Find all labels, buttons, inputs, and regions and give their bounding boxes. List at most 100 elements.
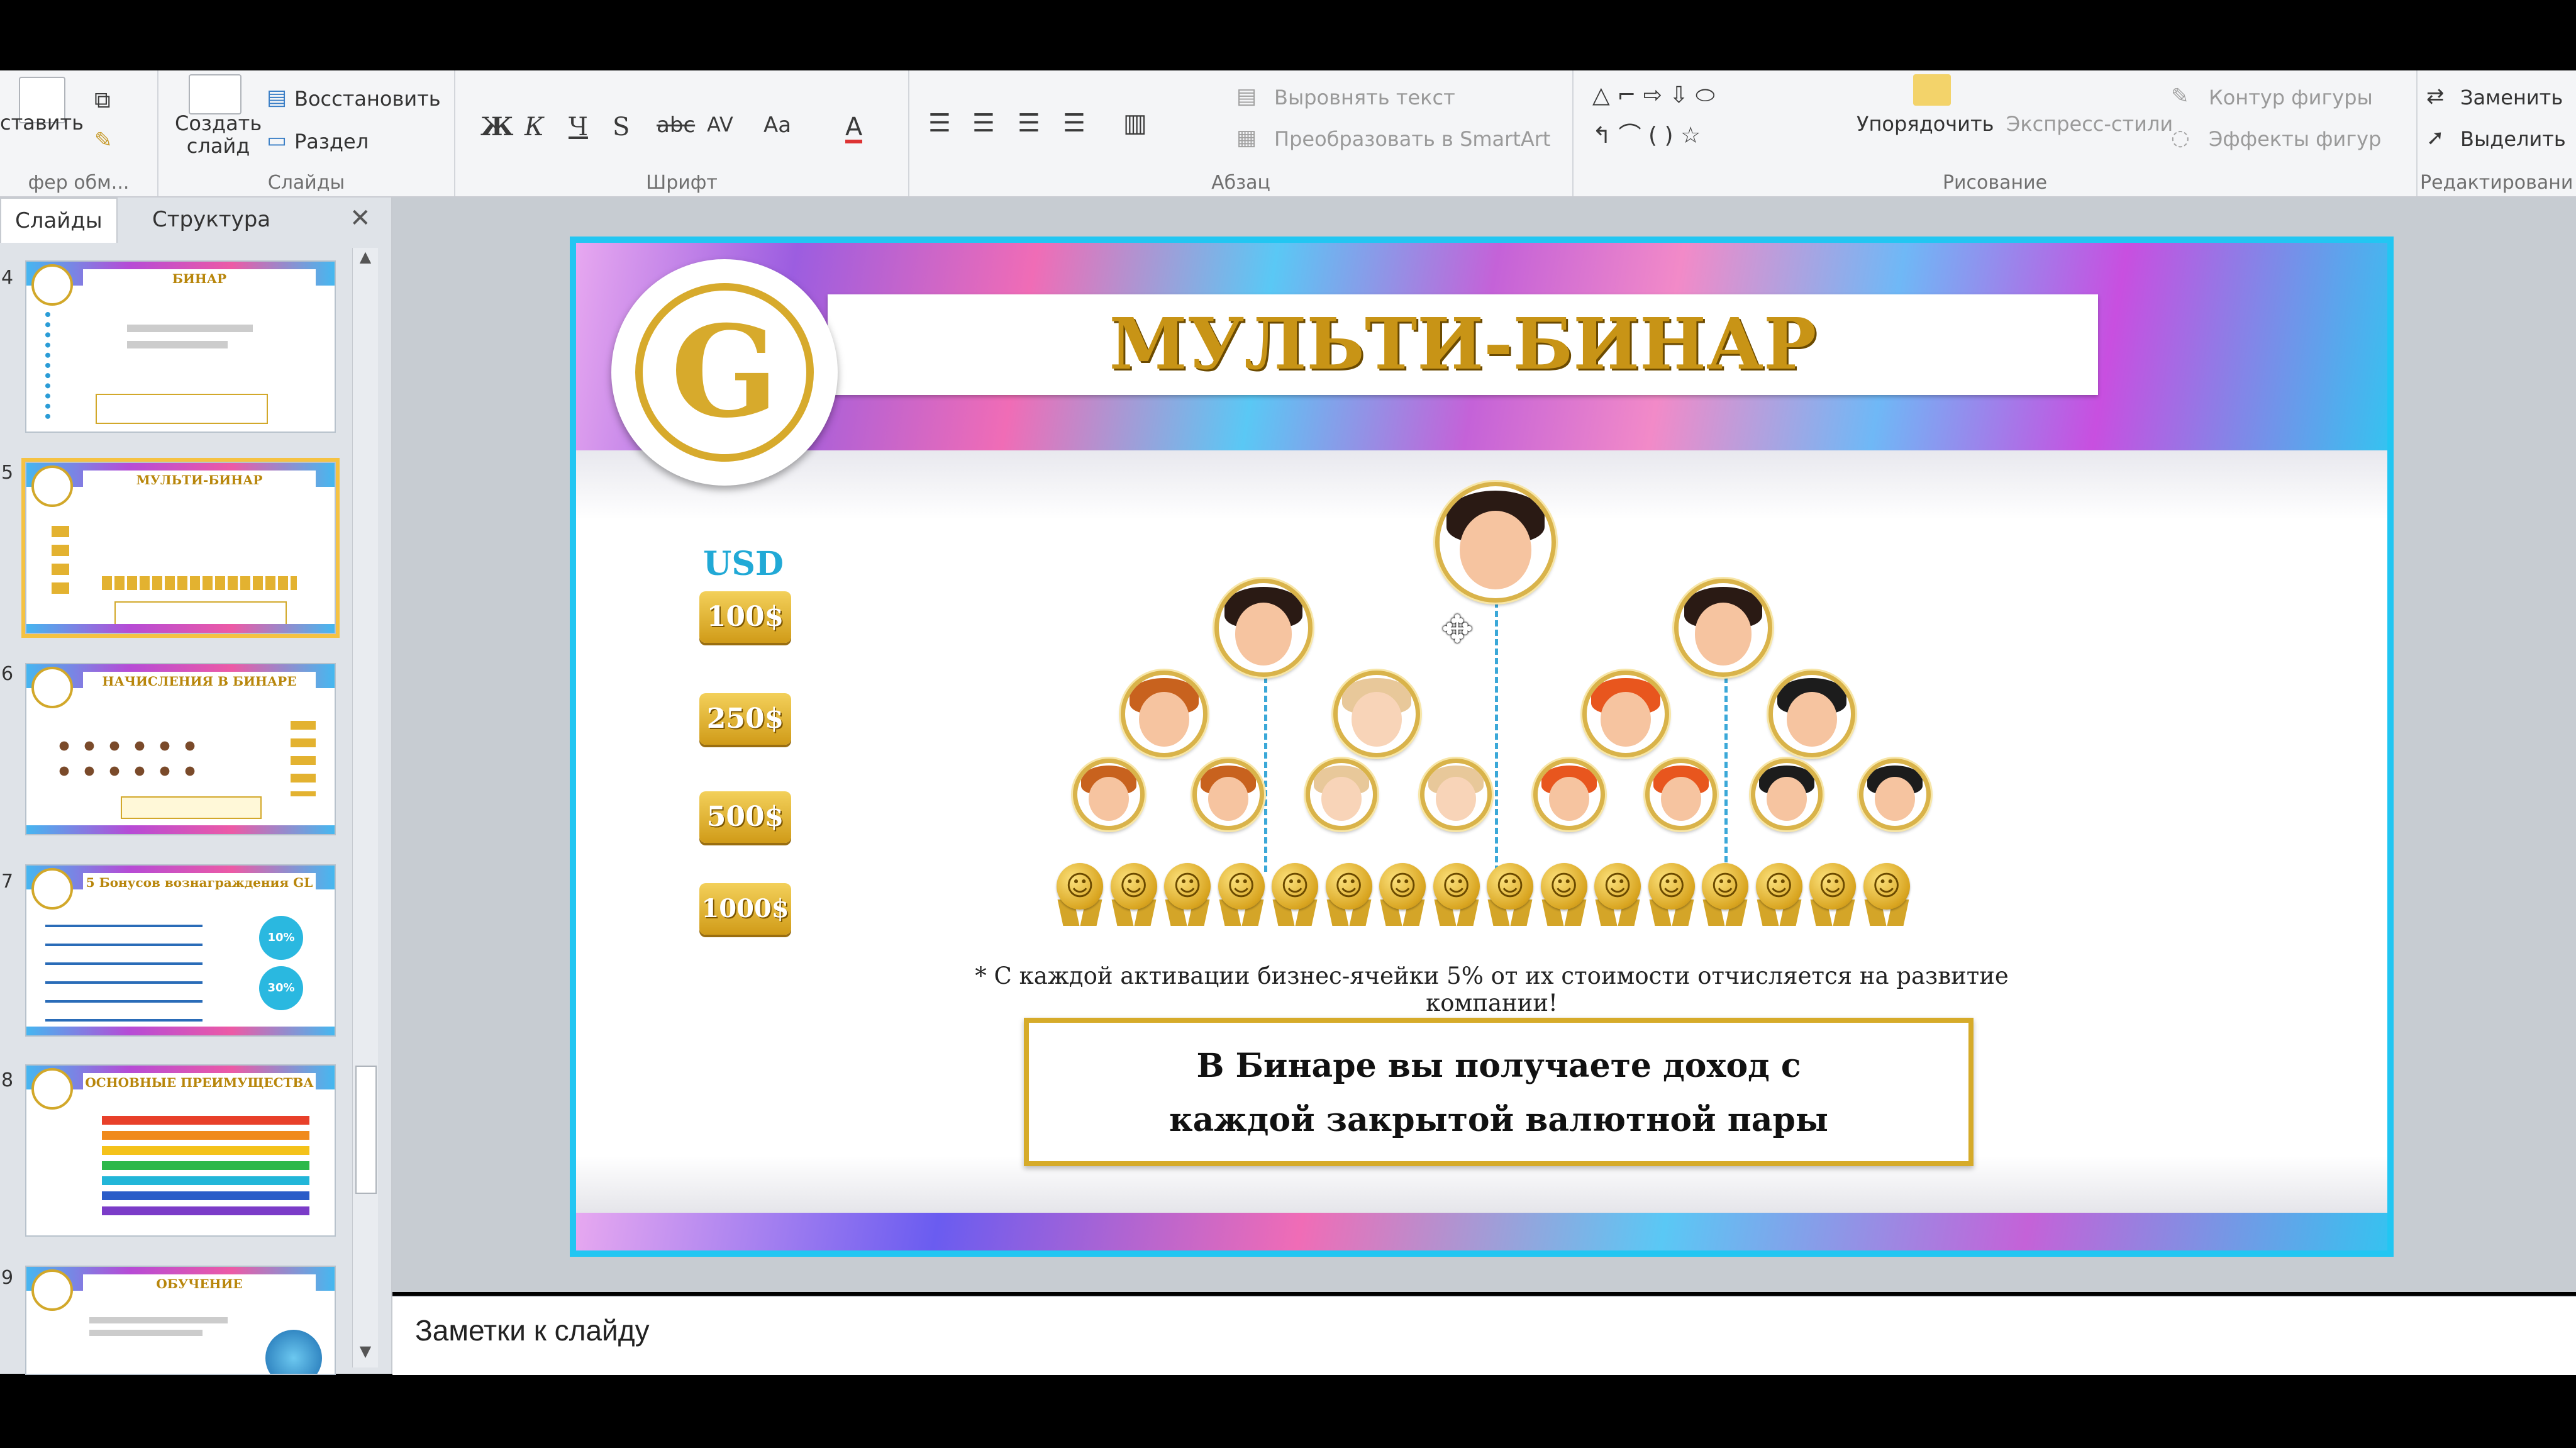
reset-icon[interactable]: ▤: [267, 87, 287, 108]
slide-thumbnail-5[interactable]: МУЛЬТИ-БИНАР: [21, 458, 340, 638]
shape-effects-icon[interactable]: ◌: [2171, 127, 2190, 148]
avatar: [1859, 759, 1931, 830]
smiley-medal-icon: ☺: [1108, 863, 1160, 926]
paragraph-group-label: Абзац: [1211, 172, 1270, 194]
avatar: [1435, 482, 1556, 603]
notes-pane[interactable]: Заметки к слайду: [392, 1296, 2576, 1375]
slides-group: Создать слайд ▤ Восстановить ▭ Раздел Сл…: [158, 70, 455, 196]
avatar: [1674, 579, 1772, 677]
change-case-button[interactable]: Aa: [763, 114, 791, 136]
smiley-medal-icon: ☺: [1592, 863, 1643, 926]
price-1000: 1000$: [699, 883, 791, 935]
shapes-gallery-row2-icon[interactable]: ↰ ⌒ ( ) ☆: [1592, 125, 1701, 147]
char-spacing-button[interactable]: AV: [707, 114, 733, 135]
smartart-icon[interactable]: ▦: [1236, 127, 1257, 148]
title-plate: МУЛЬТИ-БИНАР: [828, 294, 2098, 395]
shape-outline-button[interactable]: Контур фигуры: [2209, 86, 2373, 109]
shapes-gallery-icon[interactable]: △ ⌐ ⇨ ⇩ ⬭: [1592, 84, 1715, 107]
bold-button[interactable]: Ж: [480, 114, 513, 140]
slide-footer-band: [576, 1213, 2387, 1250]
justify-icon[interactable]: ☰: [1063, 111, 1085, 136]
avatar: [1121, 671, 1208, 757]
footnote-text: * С каждой активации бизнес-ячейки 5% от…: [975, 962, 2009, 1016]
align-text-icon[interactable]: ▤: [1236, 86, 1257, 107]
smiley-medal-icon: ☺: [1162, 863, 1213, 926]
clipboard-group: ставить ⧉ ✎ фер обм...: [0, 70, 158, 196]
align-left-icon[interactable]: ☰: [928, 111, 951, 136]
scroll-up-icon[interactable]: ▲: [353, 248, 378, 273]
align-center-icon[interactable]: ☰: [972, 111, 995, 136]
avatar: [1306, 759, 1377, 830]
new-slide-icon[interactable]: [189, 74, 242, 114]
replace-button[interactable]: Заменить: [2460, 86, 2563, 109]
notes-placeholder[interactable]: Заметки к слайду: [415, 1313, 650, 1347]
slide-thumbnail-6[interactable]: НАЧИСЛЕНИЯ В БИНАРЕ: [25, 663, 336, 835]
quick-styles-button[interactable]: Экспресс-стили: [2006, 112, 2173, 136]
slide-thumbnail-4[interactable]: БИНАР: [25, 260, 336, 433]
format-painter-icon[interactable]: ✎: [94, 130, 113, 151]
smiley-medal-icon: ☺: [1431, 863, 1482, 926]
slide-title: МУЛЬТИ-БИНАР: [1109, 303, 1817, 386]
avatar: [1333, 671, 1420, 757]
clipboard-group-label: фер обм...: [28, 172, 130, 194]
strikethrough-button[interactable]: abc: [657, 114, 695, 136]
avatar: [1420, 759, 1492, 830]
arrange-icon[interactable]: [1913, 74, 1951, 106]
thumb-number: 4: [1, 267, 14, 289]
tab-outline[interactable]: Структура: [138, 198, 284, 242]
paste-button[interactable]: ставить: [0, 111, 84, 135]
avatar: [1751, 759, 1823, 830]
scroll-down-icon[interactable]: ▼: [353, 1342, 378, 1367]
smiley-medal-icon: ☺: [1646, 863, 1697, 926]
smartart-button[interactable]: Преобразовать в SmartArt: [1274, 127, 1550, 151]
thumb-number: 6: [1, 663, 14, 685]
callout-line-2: каждой закрытой валютной пары: [1169, 1101, 1828, 1139]
connector-line: [1264, 677, 1267, 872]
section-button[interactable]: Раздел: [294, 130, 369, 153]
replace-icon[interactable]: ⇄: [2426, 86, 2445, 107]
thumb-number: 5: [1, 462, 14, 484]
font-color-button[interactable]: A: [845, 114, 863, 143]
align-right-icon[interactable]: ☰: [1018, 111, 1040, 136]
smiley-medal-icon: ☺: [1699, 863, 1751, 926]
align-text-button[interactable]: Выровнять текст: [1274, 86, 1455, 109]
shape-outline-icon[interactable]: ✎: [2171, 86, 2189, 107]
avatar: [1582, 671, 1669, 757]
panel-scrollbar[interactable]: ▲ ▼: [352, 248, 378, 1367]
italic-button[interactable]: К: [525, 114, 544, 140]
select-cursor-icon[interactable]: ➚: [2426, 127, 2445, 148]
avatar: [1214, 579, 1313, 677]
smiley-medal-icon: ☺: [1861, 863, 1913, 926]
thumb-title: БИНАР: [83, 269, 316, 288]
income-callout-box: В Бинаре вы получаете доход с каждой зак…: [1024, 1018, 1974, 1166]
arrange-button[interactable]: Упорядочить: [1857, 112, 1994, 136]
smiley-medal-icon: ☺: [1054, 863, 1106, 926]
new-slide-button[interactable]: Создать слайд: [175, 112, 262, 157]
scroll-thumb[interactable]: [355, 1066, 377, 1194]
select-button[interactable]: Выделить: [2460, 127, 2566, 151]
smiley-medal-icon: ☺: [1216, 863, 1267, 926]
slide-thumbnail-7[interactable]: 5 Бонусов вознаграждения GL 10% 30%: [25, 864, 336, 1037]
shape-effects-button[interactable]: Эффекты фигур: [2209, 127, 2381, 151]
columns-icon[interactable]: ▥: [1123, 111, 1147, 136]
slides-panel: Слайды Структура ✕ 4 БИНАР 5 МУЛЬТИ-БИНА…: [0, 198, 392, 1375]
thumb-title: ОБУЧЕНИЕ: [83, 1274, 316, 1293]
underline-button[interactable]: Ч: [569, 114, 588, 140]
logo: G: [611, 259, 838, 486]
slide-thumbnail-8[interactable]: ОСНОВНЫЕ ПРЕИМУЩЕСТВА: [25, 1064, 336, 1237]
thumb-number: 8: [1, 1069, 14, 1091]
close-panel-icon[interactable]: ✕: [350, 204, 371, 233]
shadow-button[interactable]: S: [613, 114, 630, 140]
thumb-badge: 10%: [259, 916, 303, 960]
tab-slides[interactable]: Слайды: [0, 198, 118, 243]
price-250: 250$: [699, 693, 791, 745]
thumb-badge: 30%: [259, 966, 303, 1010]
reset-button[interactable]: Восстановить: [294, 87, 441, 111]
section-icon[interactable]: ▭: [267, 130, 287, 151]
slide-thumbnail-9[interactable]: ОБУЧЕНИЕ: [25, 1266, 336, 1375]
avatar: [1533, 759, 1605, 830]
copy-icon[interactable]: ⧉: [94, 89, 111, 112]
connector-line: [1724, 677, 1728, 872]
drawing-group: △ ⌐ ⇨ ⇩ ⬭ ↰ ⌒ ( ) ☆ Упорядочить Экспресс…: [1574, 70, 2418, 196]
slide-canvas[interactable]: МУЛЬТИ-БИНАР G USD 100$ 250$ 500$ 1000$ …: [570, 237, 2394, 1257]
